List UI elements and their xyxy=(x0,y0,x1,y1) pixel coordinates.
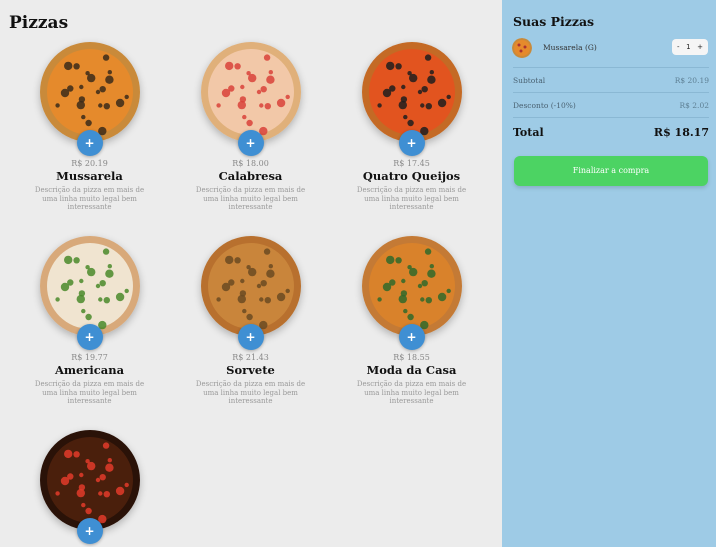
pizza-description: Descrição da pizza em mais de uma linha … xyxy=(356,380,467,405)
pizza-image xyxy=(200,42,301,142)
subtotal-row: Subtotal R$ 20.19 xyxy=(513,76,709,85)
pizza-name: Americana xyxy=(54,363,125,377)
pizza-description: Descrição da pizza em mais de uma linha … xyxy=(34,380,145,405)
total-label: Total xyxy=(513,126,544,139)
pizza-image xyxy=(200,236,301,336)
pizza-card: + R$ 20.19 Mussarela Descrição da pizza em … xyxy=(9,42,170,212)
total-value: R$ 18.17 xyxy=(653,126,709,139)
add-to-cart-button[interactable]: + xyxy=(398,324,425,350)
cart-title: Suas Pizzas xyxy=(513,14,595,29)
page-title: Pizzas xyxy=(9,13,69,33)
discount-row: Desconto (-10%) R$ 2.02 xyxy=(513,101,709,110)
pizza-image xyxy=(39,236,140,336)
subtotal-value: R$ 20.19 xyxy=(674,76,709,85)
pizza-description: Descrição da pizza em mais de uma linha … xyxy=(356,186,467,211)
quantity-value: 1 xyxy=(686,43,691,51)
pizza-card: + R$ 17.45 Quatro Queijos Descrição da pizz… xyxy=(331,42,492,212)
pizza-price: R$ 20.19 xyxy=(71,159,108,168)
pizza-card: + R$ 18.00 Calabresa Descrição da pizza em … xyxy=(170,42,331,212)
pizza-description: Descrição da pizza em mais de uma linha … xyxy=(34,186,145,211)
add-to-cart-button[interactable]: + xyxy=(237,130,264,156)
add-to-cart-button[interactable]: + xyxy=(398,130,425,156)
cart-item-thumbnail xyxy=(512,38,532,58)
pizza-name: Quatro Queijos xyxy=(362,169,461,183)
cart-item-name: Mussarela (G) xyxy=(543,43,597,52)
discount-value: R$ 2.02 xyxy=(679,101,709,110)
cart-sidebar: Suas Pizzas Mussarela (G) - 1 + Subtotal… xyxy=(502,0,716,547)
pizza-name: Sorvete xyxy=(226,363,275,377)
divider xyxy=(513,117,709,118)
pizza-price: R$ 21.43 xyxy=(232,353,269,362)
pizza-image xyxy=(39,430,140,530)
pizza-price: R$ 18.00 xyxy=(232,159,269,168)
divider xyxy=(513,67,709,68)
add-to-cart-button[interactable]: + xyxy=(76,324,103,350)
pizza-name: Calabresa xyxy=(218,169,283,183)
add-to-cart-button[interactable]: + xyxy=(76,518,103,544)
pizza-name: Mussarela xyxy=(56,169,123,183)
pizza-image xyxy=(361,236,462,336)
pizza-card: + xyxy=(9,430,170,547)
total-row: Total R$ 18.17 xyxy=(513,126,709,139)
decrease-quantity-button[interactable]: - xyxy=(677,43,680,51)
add-to-cart-button[interactable]: + xyxy=(237,324,264,350)
add-to-cart-button[interactable]: + xyxy=(76,130,103,156)
pizza-price: R$ 19.77 xyxy=(71,353,108,362)
pizza-catalog: Pizzas + R$ 20.19 Mussarela Descrição da pi… xyxy=(0,0,502,547)
pizza-image xyxy=(361,42,462,142)
pizza-description: Descrição da pizza em mais de uma linha … xyxy=(195,186,306,211)
pizza-name: Moda da Casa xyxy=(366,363,457,377)
pizza-price: R$ 17.45 xyxy=(393,159,430,168)
pizza-card: + R$ 18.55 Moda da Casa Descrição da pizza … xyxy=(331,236,492,406)
pizza-image xyxy=(39,42,140,142)
cart-item: Mussarela (G) - 1 + xyxy=(512,37,708,59)
pizza-description: Descrição da pizza em mais de uma linha … xyxy=(195,380,306,405)
subtotal-label: Subtotal xyxy=(513,76,546,85)
pizza-card: + R$ 19.77 Americana Descrição da pizza em … xyxy=(9,236,170,406)
increase-quantity-button[interactable]: + xyxy=(697,43,703,51)
quantity-stepper[interactable]: - 1 + xyxy=(672,39,708,55)
discount-label: Desconto (-10%) xyxy=(513,101,576,110)
pizza-card: + R$ 21.43 Sorvete Descrição da pizza em ma… xyxy=(170,236,331,406)
checkout-button[interactable]: Finalizar a compra xyxy=(514,156,708,186)
divider xyxy=(513,92,709,93)
pizza-price: R$ 18.55 xyxy=(393,353,430,362)
